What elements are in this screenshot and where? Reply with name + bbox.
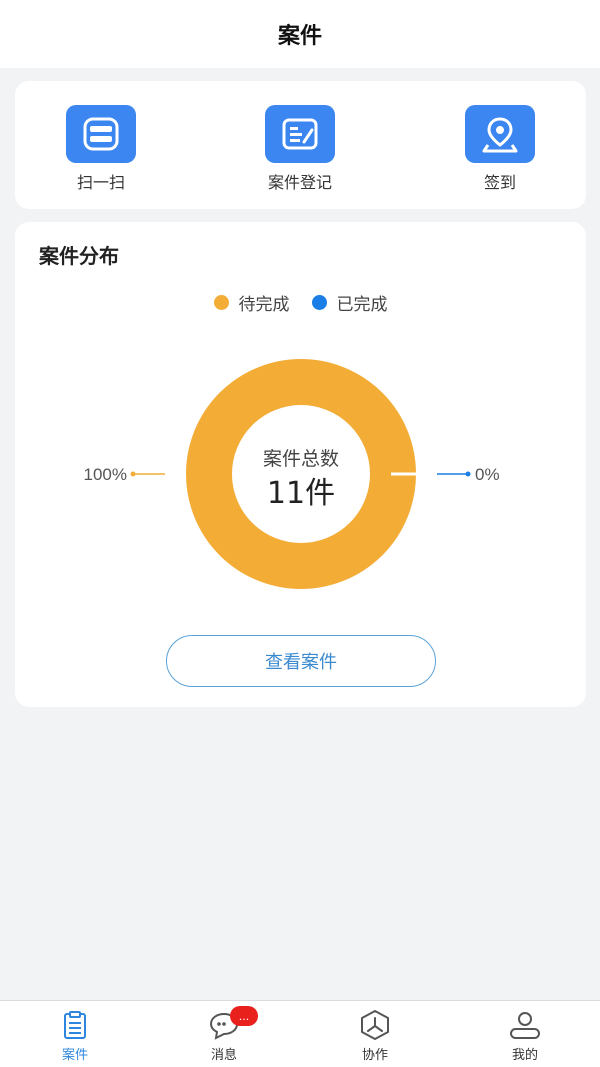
tab-messages[interactable]: ... 消息: [174, 1006, 274, 1063]
quick-actions-card: 扫一扫 案件登记 签到: [15, 81, 586, 209]
tab-profile[interactable]: 我的: [475, 1009, 575, 1063]
case-distribution-card: 案件分布 待完成 已完成 100% 0% 案件总数 11件 查看案件: [15, 222, 586, 707]
user-icon: [507, 1009, 543, 1041]
tab-cases-label: 案件: [61, 1048, 88, 1063]
register-case-label: 案件登记: [267, 173, 332, 192]
scan-icon: [66, 105, 136, 163]
register-case-button[interactable]: 案件登记: [240, 105, 360, 193]
clipboard-icon: [57, 1009, 93, 1041]
sign-in-label: 签到: [483, 173, 516, 192]
scan-label: 扫一扫: [76, 173, 125, 192]
donut-slice-pending[interactable]: [186, 359, 416, 589]
sign-in-button[interactable]: 签到: [440, 105, 560, 193]
register-form-icon: [265, 105, 335, 163]
header-bar: 案件: [0, 0, 600, 68]
data-label-pending: 100%: [84, 465, 127, 484]
tab-profile-label: 我的: [511, 1048, 538, 1063]
bottom-tab-bar: 案件 ... 消息 协作 我的: [0, 1000, 600, 1067]
data-label-done: 0%: [475, 465, 500, 484]
donut-center-value: 11件: [267, 476, 335, 511]
scan-button[interactable]: 扫一扫: [41, 105, 161, 193]
tab-collaboration-label: 协作: [361, 1048, 388, 1063]
donut-center-label: 案件总数: [263, 448, 339, 470]
tab-cases[interactable]: 案件: [25, 1009, 125, 1063]
view-cases-button[interactable]: 查看案件: [166, 635, 436, 687]
location-pin-icon: [465, 105, 535, 163]
chat-bubble-icon: ...: [206, 1006, 258, 1041]
collaboration-hexagon-icon: [357, 1009, 393, 1041]
tab-collaboration[interactable]: 协作: [325, 1009, 425, 1063]
page-title: 案件: [277, 24, 322, 49]
leader-dot-pending: [130, 471, 136, 477]
unread-badge: ...: [230, 1006, 258, 1026]
tab-messages-label: 消息: [210, 1048, 237, 1063]
leader-dot-done: [465, 471, 471, 477]
